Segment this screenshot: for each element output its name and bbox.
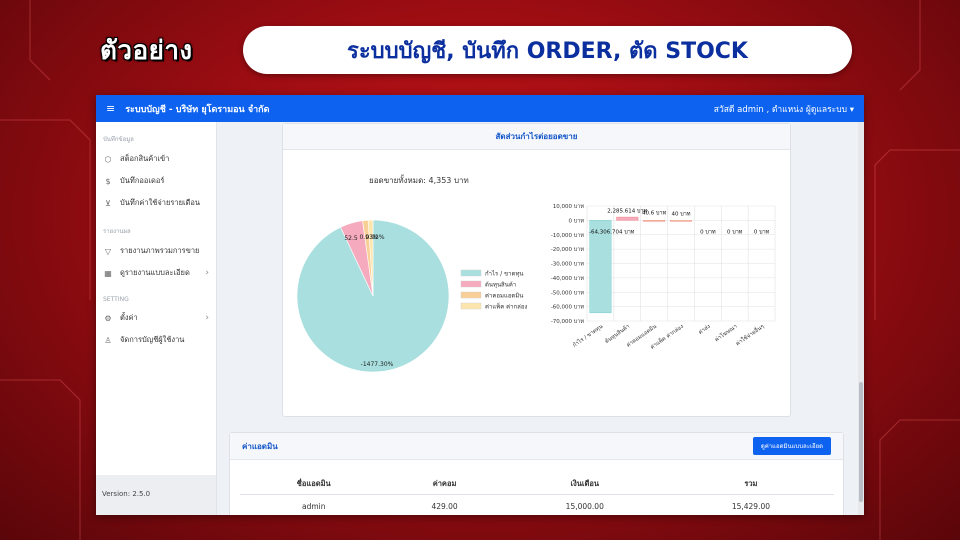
- bar-data-label: 0 บาท: [727, 229, 743, 235]
- bar: [670, 220, 692, 222]
- scrollbar[interactable]: [858, 122, 864, 515]
- sidebar: บันทึกข้อมูล ⬡ สต็อกสินค้าเข้า $ บันทึกอ…: [96, 122, 217, 515]
- hamburger-icon[interactable]: ≡: [106, 102, 115, 115]
- y-tick-label: -20,000 บาท: [551, 247, 585, 253]
- card-title: สัดส่วนกำไรต่อยอดขาย: [283, 124, 790, 150]
- table-cell: 15,429.00: [731, 501, 770, 511]
- version-label: Version: 2.5.0: [96, 475, 216, 515]
- legend-label: ค่าคอมแอดมิน: [485, 293, 523, 300]
- y-tick-label: -30,000 บาท: [551, 262, 585, 268]
- pie-data-label: -1477.30%: [361, 361, 394, 368]
- admin-commission-table: ชื่อแอดมิน ค่าคอม เงินเดือน รวม admin 42…: [240, 474, 834, 515]
- table-cell: 15,000.00: [565, 501, 604, 511]
- table-row: admin 429.00 15,000.00 15,429.00: [240, 494, 834, 515]
- app-window: ≡ ระบบบัญชี - บริษัท ยุโดรามอน จำกัด สวั…: [96, 95, 864, 515]
- chevron-right-icon: ›: [205, 268, 209, 278]
- profit-ratio-card: สัดส่วนกำไรต่อยอดขาย ยอดขายทั้งหมด: 4,35…: [282, 123, 791, 417]
- sidebar-item-label: ดูรายงานแบบละเอียด: [120, 268, 190, 277]
- sidebar-item-orders[interactable]: $ บันทึกออเดอร์: [96, 170, 216, 192]
- bar: [643, 220, 666, 222]
- y-tick-label: -50,000 บาท: [551, 290, 585, 296]
- table-header-row: ชื่อแอดมิน ค่าคอม เงินเดือน รวม: [240, 474, 834, 495]
- gear-icon: ⚙: [104, 313, 112, 323]
- chevron-right-icon: ›: [205, 313, 209, 323]
- y-tick-label: -60,000 บาท: [551, 305, 585, 311]
- legend-swatch: [460, 291, 482, 299]
- x-tick-label: ค่าใช้จ่ายอื่นๆ: [734, 322, 765, 347]
- box-icon: ⬡: [104, 154, 112, 164]
- table-cell: 429.00: [431, 501, 458, 511]
- sidebar-item-expenses[interactable]: ⊻ บันทึกค่าใช้จ่ายรายเดือน: [96, 192, 216, 214]
- card-title: ค่าแอดมิน: [242, 441, 278, 451]
- topbar: ≡ ระบบบัญชี - บริษัท ยุโดรามอน จำกัด สวั…: [96, 95, 864, 122]
- sidebar-item-sales-overview[interactable]: ▽ รายงานภาพรวมการขาย: [96, 240, 216, 262]
- sample-badge: ตัวอย่าง: [100, 36, 193, 66]
- sidebar-item-label: จัดการบัญชีผู้ใช้งาน: [120, 335, 185, 344]
- pie-data-label: 0.92%: [365, 234, 384, 241]
- admin-commission-card: ค่าแอดมิน ดูค่าแอดมินแบบละเอียด ชื่อแอดม…: [229, 432, 844, 515]
- sidebar-section-report: รายงานผล: [103, 228, 131, 235]
- y-tick-label: -40,000 บาท: [551, 276, 585, 282]
- column-header: ค่าคอม: [387, 474, 502, 495]
- user-menu[interactable]: สวัสดี admin , ตำแหน่ง ผู้ดูแลระบบ ▾: [714, 102, 854, 116]
- bar-data-label: 0 บาท: [754, 229, 770, 235]
- bar: [616, 216, 639, 221]
- app-title: ระบบบัญชี - บริษัท ยุโดรามอน จำกัด: [125, 104, 270, 115]
- y-tick-label: 10,000 บาท: [553, 204, 585, 210]
- sidebar-item-user-accounts[interactable]: ♙ จัดการบัญชีผู้ใช้งาน: [96, 329, 216, 351]
- sidebar-item-detailed-report[interactable]: ▦ ดูรายงานแบบละเอียด ›: [96, 262, 216, 284]
- user-icon: ♙: [104, 335, 112, 345]
- x-tick-label: ต้นทุนสินค้า: [604, 323, 631, 345]
- sidebar-item-stock-in[interactable]: ⬡ สต็อกสินค้าเข้า: [96, 148, 216, 170]
- sidebar-section-setting: SETTING: [103, 296, 129, 303]
- bar-data-label: 0 บาท: [700, 229, 716, 235]
- sidebar-item-label: สต็อกสินค้าเข้า: [120, 154, 170, 163]
- pie-data-label: 52.5: [344, 235, 358, 242]
- x-tick-label: ค่าส่ง: [697, 323, 712, 336]
- sidebar-item-settings[interactable]: ⚙ ตั้งค่า ›: [96, 307, 216, 329]
- y-tick-label: -10,000 บาท: [551, 233, 585, 239]
- sidebar-section-record: บันทึกข้อมูล: [103, 136, 134, 143]
- sidebar-item-label: รายงานภาพรวมการขาย: [120, 246, 200, 255]
- legend-swatch: [460, 269, 482, 277]
- bar-data-label: 40 บาท: [672, 211, 691, 217]
- card-header: ค่าแอดมิน ดูค่าแอดมินแบบละเอียด: [230, 433, 843, 460]
- legend-label: ต้นทุนสินค้า: [485, 282, 516, 289]
- scrollbar-thumb[interactable]: [859, 382, 863, 502]
- legend-label: กำไร / ขาดทุน: [485, 270, 524, 278]
- legend-swatch: [460, 280, 482, 288]
- legend-swatch: [460, 302, 482, 310]
- dollar-icon: $: [105, 176, 111, 186]
- x-tick-label: ค่าโฆษณา: [713, 322, 739, 343]
- bar-data-label: -64,306.704 บาท: [589, 229, 635, 235]
- sidebar-item-label: ตั้งค่า: [120, 313, 138, 322]
- filter-icon: ▽: [104, 246, 112, 256]
- sidebar-item-label: บันทึกค่าใช้จ่ายรายเดือน: [120, 198, 201, 207]
- bar-chart: 10,000 บาท 0 บาท -10,000 บาท -20,000 บาท -30…: [551, 204, 776, 351]
- grid-icon: ▦: [104, 268, 112, 278]
- x-tick-label: กำไร / ขาดทุน: [571, 323, 604, 349]
- cart-icon: ⊻: [105, 198, 111, 208]
- headline-banner: ระบบบัญชี, บันทึก ORDER, ตัด STOCK: [243, 26, 852, 74]
- legend-label: ค่าแพ็ค ค่ากล่อง: [485, 302, 527, 311]
- table-cell: admin: [301, 501, 326, 511]
- y-tick-label: -70,000 บาท: [551, 319, 585, 325]
- pie-chart: -1477.30%52.5 0.93%0.92%กำไร / ขาดทุนต้นท…: [296, 219, 527, 373]
- total-sales-label: ยอดขายทั้งหมด: 4,353 บาท: [369, 176, 469, 185]
- bar-data-label: 40.6 บาท: [642, 210, 667, 216]
- headline-text: ระบบบัญชี, บันทึก ORDER, ตัด STOCK: [347, 38, 748, 64]
- column-header: รวม: [667, 474, 834, 495]
- y-tick-label: 0 บาท: [569, 218, 585, 224]
- view-admin-detail-button[interactable]: ดูค่าแอดมินแบบละเอียด: [752, 437, 831, 455]
- sidebar-item-label: บันทึกออเดอร์: [120, 176, 165, 185]
- column-header: ชื่อแอดมิน: [240, 474, 388, 495]
- column-header: เงินเดือน: [501, 474, 668, 495]
